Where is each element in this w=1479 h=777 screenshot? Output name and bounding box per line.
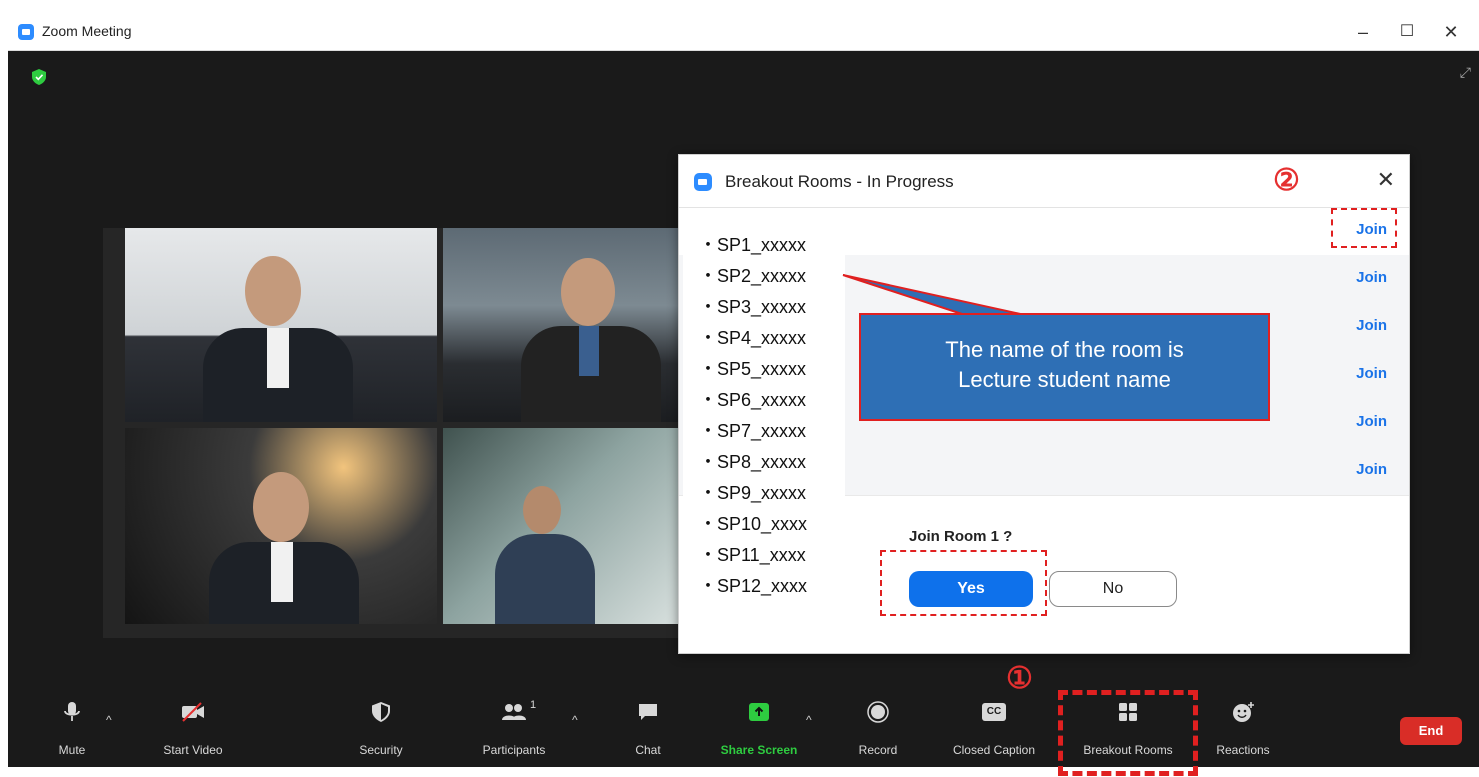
no-button[interactable]: No [1049,571,1177,607]
start-video-label: Start Video [163,743,223,757]
microphone-icon [64,702,80,721]
room-name-item: ・SP5_xxxxx [699,359,807,379]
participants-icon [502,704,526,720]
room-name-item: ・SP12_xxxx [699,576,808,596]
share-screen-icon [749,703,769,721]
step-2-marker: ② [1273,164,1300,197]
video-tile[interactable] [443,428,683,624]
room-name-item: ・SP7_xxxxx [699,421,807,441]
audio-options-chevron-icon[interactable]: ^ [106,713,112,727]
close-window-button[interactable]: ✕ [1431,18,1471,46]
callout-text-line-1: The name of the room is [945,337,1184,362]
closed-caption-label: Closed Caption [952,743,1036,757]
room-name-item: ・SP1_xxxxx [699,235,807,255]
reactions-button[interactable]: Reactions [1216,683,1270,767]
room-name-item: ・SP11_xxxx [699,545,806,565]
join-room-3-link[interactable]: Join [1356,317,1387,334]
video-tile[interactable] [125,428,437,624]
security-label: Security [359,743,403,757]
mute-label: Mute [58,743,86,757]
room-name-item: ・SP6_xxxxx [699,390,807,410]
record-icon [867,701,889,723]
participants-button[interactable]: 1 Participants [483,683,546,767]
room-name-item: ・SP10_xxxx [699,514,808,534]
encryption-shield-icon[interactable] [32,69,46,85]
participants-chevron-icon[interactable]: ^ [572,713,578,727]
video-off-icon [182,702,204,722]
minimize-button[interactable]: – [1343,18,1383,46]
annotation-callout: The name of the room is Lecture student … [859,313,1270,421]
zoom-logo-icon [18,24,34,40]
join-room-4-link[interactable]: Join [1356,365,1387,382]
chat-button[interactable]: Chat [628,683,668,767]
title-bar: Zoom Meeting – ☐ ✕ [8,14,1479,51]
end-meeting-button[interactable]: End [1400,717,1462,745]
fullscreen-icon[interactable]: ⤢ [1460,64,1471,81]
video-tile[interactable] [125,228,437,422]
yes-highlight-box [880,550,1047,616]
security-shield-icon [372,702,390,722]
security-button[interactable]: Security [356,683,406,767]
window-title: Zoom Meeting [42,23,132,39]
room-name-item: ・SP8_xxxxx [699,452,807,472]
callout-text-line-2: Lecture student name [958,367,1171,392]
meeting-toolbar: Mute ^ Start Video Security 1 Participan… [8,683,1479,767]
closed-caption-button[interactable]: CC Closed Caption [953,683,1035,767]
join-room-prompt: Join Room 1 ? [909,528,1013,545]
join-room-2-link[interactable]: Join [1356,269,1387,286]
dialog-title: Breakout Rooms - In Progress [725,172,954,191]
room-name-item: ・SP9_xxxxx [699,483,807,503]
zoom-logo-icon [694,173,712,191]
join-room-6-link[interactable]: Join [1356,461,1387,478]
share-screen-button[interactable]: Share Screen [721,683,797,767]
participants-count: 1 [530,699,537,711]
closed-caption-icon: CC [982,703,1006,721]
maximize-button[interactable]: ☐ [1387,18,1427,46]
room-name-item: ・SP2_xxxxx [699,266,807,286]
participants-label: Participants [482,743,546,757]
room-name-item: ・SP3_xxxxx [699,297,807,317]
start-video-button[interactable]: Start Video [163,683,223,767]
join-highlight-box [1331,208,1397,248]
reactions-smiley-icon [1233,702,1254,722]
mute-button[interactable]: Mute [52,683,92,767]
breakout-rooms-highlight-box [1058,690,1198,776]
step-1-marker: ① [1006,662,1033,695]
share-options-chevron-icon[interactable]: ^ [806,713,812,727]
video-tile[interactable] [443,228,683,422]
chat-bubble-icon [639,704,657,720]
share-screen-label: Share Screen [720,743,798,757]
join-room-5-link[interactable]: Join [1356,413,1387,430]
record-button[interactable]: Record [858,683,898,767]
record-label: Record [858,743,898,757]
room-name-list: ・SP1_xxxxx ・SP2_xxxxx ・SP3_xxxxx ・SP4_xx… [683,213,845,633]
close-icon[interactable]: ✕ [1377,167,1395,193]
room-name-item: ・SP4_xxxxx [699,328,807,348]
